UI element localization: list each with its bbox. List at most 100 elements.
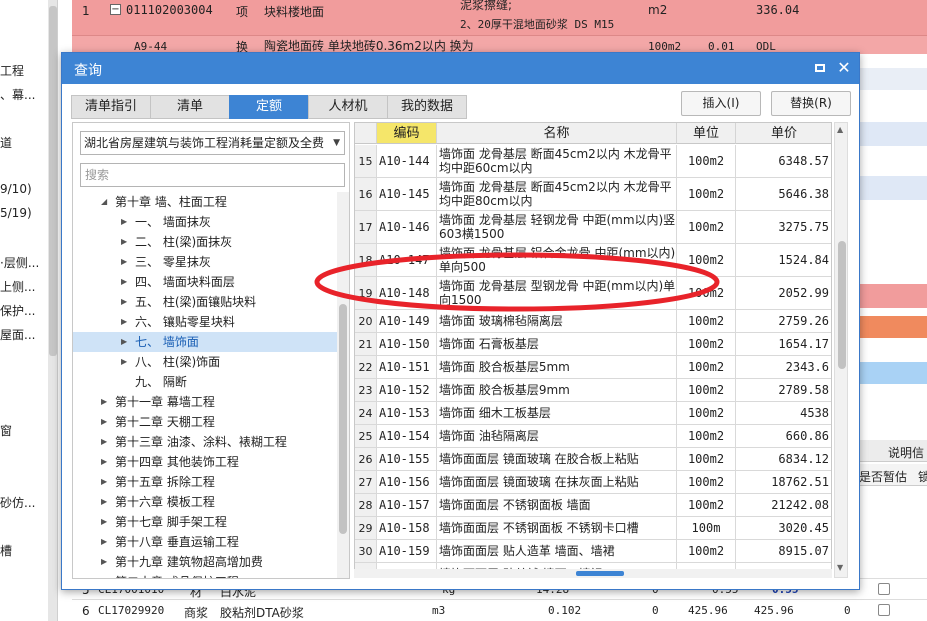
table-row[interactable]: 21 A10-150 墙饰面 石膏板基层 100m2 1654.17 bbox=[355, 333, 831, 356]
table-row[interactable]: 27 A10-156 墙饰面面层 镜面玻璃 在抹灰面上粘贴 100m2 18762.51 bbox=[355, 471, 831, 494]
tree-node[interactable]: 九、 隔断 bbox=[73, 372, 337, 392]
tree-node[interactable]: ▶ 三、 零星抹灰 bbox=[73, 252, 337, 272]
expand-arrow-icon[interactable]: ▶ bbox=[101, 452, 107, 472]
insert-button[interactable]: 插入(I) bbox=[681, 91, 761, 116]
expand-arrow-icon[interactable]: ▶ bbox=[101, 392, 107, 412]
dialog-titlebar[interactable]: 查询 ✕ bbox=[62, 53, 859, 84]
tree-node[interactable]: ▶ 第十一章 幕墙工程 bbox=[73, 392, 337, 412]
maximize-icon[interactable] bbox=[812, 60, 828, 76]
tree-node[interactable]: ▶ 第十九章 建筑物超高增加费 bbox=[73, 552, 337, 572]
grid-cell-code: A10-148 bbox=[377, 277, 437, 309]
close-icon[interactable]: ✕ bbox=[836, 60, 852, 76]
expand-arrow-icon[interactable]: ▶ bbox=[101, 432, 107, 452]
table-row[interactable]: 24 A10-153 墙饰面 细木工板基层 100m2 4538 bbox=[355, 402, 831, 425]
price-column-header[interactable]: 单价 bbox=[736, 123, 831, 144]
grid-cell-price: 2343.6 bbox=[736, 356, 831, 378]
expand-arrow-icon[interactable]: ▶ bbox=[121, 212, 127, 232]
expand-arrow-icon[interactable]: ▶ bbox=[101, 492, 107, 512]
grid-cell-no: 29 bbox=[355, 517, 377, 539]
tree-node[interactable]: ▶ 第十二章 天棚工程 bbox=[73, 412, 337, 432]
expand-arrow-icon[interactable]: ▶ bbox=[121, 332, 127, 352]
expand-arrow-icon[interactable]: ▶ bbox=[121, 292, 127, 312]
tree-node[interactable]: ▶ 第十六章 模板工程 bbox=[73, 492, 337, 512]
expand-arrow-icon[interactable]: ▶ bbox=[101, 472, 107, 492]
checkbox[interactable] bbox=[878, 583, 890, 595]
quota-library-select[interactable]: 湖北省房屋建筑与装饰工程消耗量定额及全费用 ▼ bbox=[80, 131, 345, 155]
table-row[interactable]: 28 A10-157 墙饰面面层 不锈钢面板 墙面 100m2 21242.08 bbox=[355, 494, 831, 517]
grid-cell-price: 3275.75 bbox=[736, 211, 831, 243]
tree-node[interactable]: ▶ 第十三章 油漆、涂料、裱糊工程 bbox=[73, 432, 337, 452]
expand-arrow-icon[interactable]: ▶ bbox=[101, 512, 107, 532]
tree-node[interactable]: ▶ 一、 墙面抹灰 bbox=[73, 212, 337, 232]
table-row[interactable]: 30 A10-159 墙饰面面层 贴人造革 墙面、墙裙 100m2 8915.07 bbox=[355, 540, 831, 563]
grid-cell-no: 16 bbox=[355, 178, 377, 210]
grid-horizontal-scrollbar[interactable] bbox=[354, 569, 832, 578]
grid-cell-price: 18762.51 bbox=[736, 471, 831, 493]
tab-quota[interactable]: 定额 bbox=[229, 95, 309, 119]
table-row[interactable]: 17 A10-146 墙饰面 龙骨基层 轻钢龙骨 中距(mm以内)竖603横1500… bbox=[355, 211, 831, 244]
unit-column-header[interactable]: 单位 bbox=[677, 123, 736, 144]
table-row[interactable]: 22 A10-151 墙饰面 胶合板基层5mm 100m2 2343.6 bbox=[355, 356, 831, 379]
tree-node[interactable]: ▶ 五、 柱(梁)面镶贴块料 bbox=[73, 292, 337, 312]
table-row[interactable]: 26 A10-155 墙饰面面层 镜面玻璃 在胶合板上粘贴 100m2 6834.12 bbox=[355, 448, 831, 471]
replace-button[interactable]: 替换(R) bbox=[771, 91, 851, 116]
tab-labor-material[interactable]: 人材机 bbox=[308, 95, 388, 119]
table-row[interactable]: 29 A10-158 墙饰面面层 不锈钢面板 不锈钢卡口槽 100m 3020.45 bbox=[355, 517, 831, 540]
name-column-header[interactable]: 名称 bbox=[437, 123, 677, 144]
expand-arrow-icon[interactable]: ▶ bbox=[101, 552, 107, 572]
grid-cell-name: 墙饰面 龙骨基层 铝合金龙骨 中距(mm以内)单向500 bbox=[439, 244, 677, 276]
expand-arrow-icon[interactable]: ▶ bbox=[121, 252, 127, 272]
tree-scrollbar[interactable] bbox=[337, 192, 349, 578]
tree-node[interactable]: ▶ 七、 墙饰面 bbox=[73, 332, 337, 352]
code-column-header[interactable]: 编码 bbox=[377, 123, 437, 144]
expand-arrow-icon[interactable]: ▶ bbox=[101, 572, 107, 578]
collapse-icon[interactable]: − bbox=[110, 4, 121, 15]
tree-node[interactable]: ▶ 六、 镶贴零星块料 bbox=[73, 312, 337, 332]
grid-cell-name: 墙饰面 油毡隔离层 bbox=[437, 425, 677, 447]
tree-node[interactable]: ▶ 第二十章 成品保护工程 bbox=[73, 572, 337, 578]
grid-cell-price: 1524.84 bbox=[736, 244, 831, 276]
tree-node[interactable]: ▶ 四、 墙面块料面层 bbox=[73, 272, 337, 292]
tree-node[interactable]: ▶ 第十七章 脚手架工程 bbox=[73, 512, 337, 532]
background-left-label: 道 bbox=[0, 136, 13, 150]
collapse-arrow-icon[interactable]: ◢ bbox=[101, 192, 107, 212]
grid-cell-price: 5646.38 bbox=[736, 178, 831, 210]
tree-node[interactable]: ▶ 八、 柱(梁)饰面 bbox=[73, 352, 337, 372]
table-row[interactable]: 20 A10-149 墙饰面 玻璃棉毡隔离层 100m2 2759.26 bbox=[355, 310, 831, 333]
tree-node[interactable]: ▶ 第十五章 拆除工程 bbox=[73, 472, 337, 492]
grid-cell-unit: 100m2 bbox=[677, 333, 736, 355]
tree-node-label: 第十五章 拆除工程 bbox=[115, 475, 215, 489]
table-row[interactable]: 6 CL17029920 商浆 胶粘剂DTA砂浆 m3 0.102 0 425.… bbox=[72, 599, 927, 620]
expand-arrow-icon[interactable]: ▶ bbox=[121, 312, 127, 332]
tab-my-data[interactable]: 我的数据 bbox=[387, 95, 467, 119]
tab-bill[interactable]: 清单 bbox=[150, 95, 230, 119]
table-row[interactable]: 19 A10-148 墙饰面 龙骨基层 型钢龙骨 中距(mm以内)单向1500 100… bbox=[355, 277, 831, 310]
bg-strip-blue bbox=[858, 362, 927, 384]
table-row[interactable]: 15 A10-144 墙饰面 龙骨基层 断面45cm2以内 木龙骨平均中距60cm以… bbox=[355, 145, 831, 178]
search-input[interactable] bbox=[80, 163, 345, 187]
table-row[interactable]: 16 A10-145 墙饰面 龙骨基层 断面45cm2以内 木龙骨平均中距80cm以… bbox=[355, 178, 831, 211]
tree-node[interactable]: ▶ 二、 柱(梁)面抹灰 bbox=[73, 232, 337, 252]
tree-node[interactable]: ▶ 第十八章 垂直运输工程 bbox=[73, 532, 337, 552]
tab-bill-guide[interactable]: 清单指引 bbox=[71, 95, 151, 119]
table-row[interactable]: 23 A10-152 墙饰面 胶合板基层9mm 100m2 2789.58 bbox=[355, 379, 831, 402]
table-row[interactable]: 18 A10-147 墙饰面 龙骨基层 铝合金龙骨 中距(mm以内)单向500 100… bbox=[355, 244, 831, 277]
background-left-scrollbar[interactable] bbox=[48, 0, 58, 621]
tree-node[interactable]: ◢ 第十章 墙、柱面工程 bbox=[73, 192, 337, 212]
checkbox[interactable] bbox=[878, 604, 890, 616]
tree-node-label: 第二十章 成品保护工程 bbox=[115, 572, 239, 578]
grid-cell-name: 墙饰面 胶合板基层5mm bbox=[437, 356, 677, 378]
expand-arrow-icon[interactable]: ▶ bbox=[101, 532, 107, 552]
expand-arrow-icon[interactable]: ▶ bbox=[121, 232, 127, 252]
table-row[interactable]: 25 A10-154 墙饰面 油毡隔离层 100m2 660.86 bbox=[355, 425, 831, 448]
expand-arrow-icon[interactable]: ▶ bbox=[121, 272, 127, 292]
grid-scrollbar[interactable]: ▲ ▼ bbox=[834, 122, 848, 578]
tree-node-label: 五、 柱(梁)面镶贴块料 bbox=[135, 295, 257, 309]
background-row-1[interactable]: 1 − 011102003004 项 块料楼地面 泥浆擦缝; 2、20厚干混地面… bbox=[72, 0, 927, 36]
background-left-label: 上侧... bbox=[0, 280, 36, 294]
expand-arrow-icon[interactable]: ▶ bbox=[121, 352, 127, 372]
tree-node[interactable]: ▶ 第十四章 其他装饰工程 bbox=[73, 452, 337, 472]
grid-cell-no: 17 bbox=[355, 211, 377, 243]
background-left-label: 9/10) bbox=[0, 182, 32, 196]
expand-arrow-icon[interactable]: ▶ bbox=[101, 412, 107, 432]
